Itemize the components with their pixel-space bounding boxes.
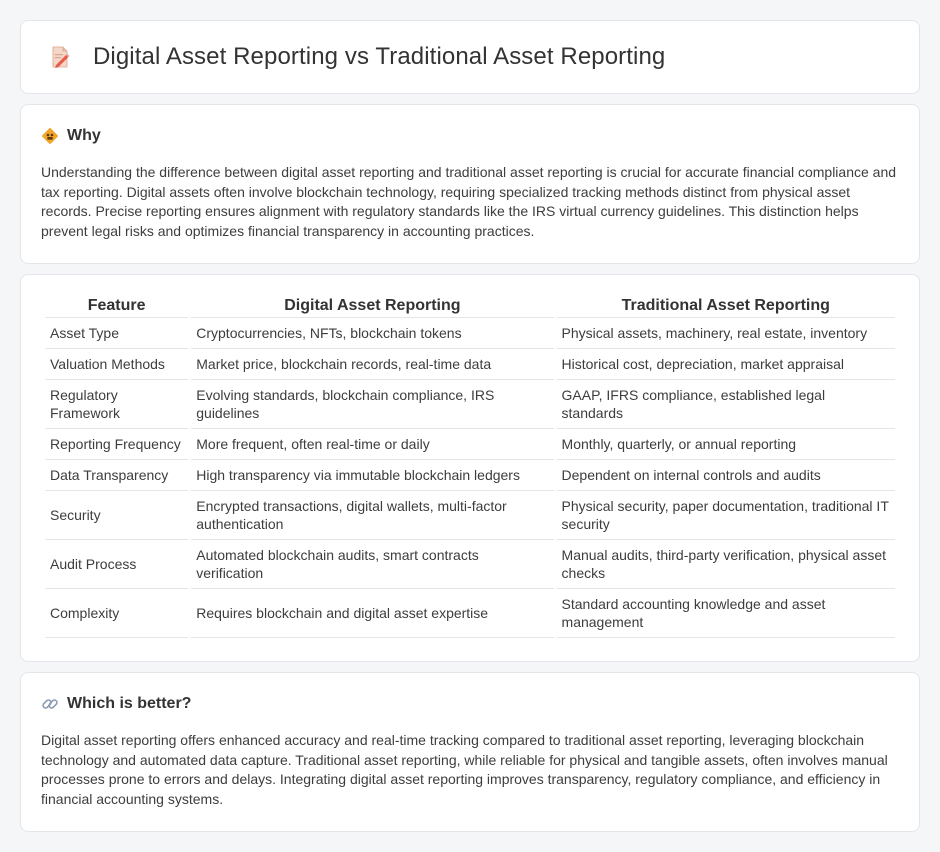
feature-cell: Security: [45, 491, 189, 540]
link-icon: [41, 695, 59, 713]
better-heading-label: Which is better?: [67, 695, 192, 712]
better-text: Digital asset reporting offers enhanced …: [41, 732, 888, 807]
traditional-cell: Physical security, paper documentation, …: [556, 491, 895, 540]
feature-cell: Reporting Frequency: [45, 429, 189, 460]
header-traditional: Traditional Asset Reporting: [556, 297, 895, 318]
why-section: Why Understanding the difference between…: [20, 104, 920, 264]
traditional-cell: GAAP, IFRS compliance, established legal…: [556, 380, 895, 429]
traditional-cell: Standard accounting knowledge and asset …: [556, 589, 895, 638]
digital-cell: Evolving standards, blockchain complianc…: [191, 380, 554, 429]
traditional-cell: Dependent on internal controls and audit…: [556, 460, 895, 491]
digital-cell: Market price, blockchain records, real-t…: [191, 349, 554, 380]
which-is-better-section: Which is better? Digital asset reporting…: [20, 672, 920, 832]
digital-cell: Automated blockchain audits, smart contr…: [191, 540, 554, 589]
traditional-cell: Monthly, quarterly, or annual reporting: [556, 429, 895, 460]
table-row: Valuation Methods Market price, blockcha…: [45, 349, 895, 380]
traditional-cell: Manual audits, third-party verification,…: [556, 540, 895, 589]
table-row: Data Transparency High transparency via …: [45, 460, 895, 491]
page-title: Digital Asset Reporting vs Traditional A…: [93, 43, 666, 70]
document-pencil-icon: [47, 44, 73, 70]
table-row: Reporting Frequency More frequent, often…: [45, 429, 895, 460]
why-heading: Why: [41, 127, 899, 145]
comparison-card: Feature Digital Asset Reporting Traditio…: [20, 274, 920, 662]
feature-cell: Regulatory Framework: [45, 380, 189, 429]
title-card: Digital Asset Reporting vs Traditional A…: [20, 20, 920, 94]
table-row: Audit Process Automated blockchain audit…: [45, 540, 895, 589]
table-row: Regulatory Framework Evolving standards,…: [45, 380, 895, 429]
feature-cell: Audit Process: [45, 540, 189, 589]
header-feature: Feature: [45, 297, 189, 318]
header-digital: Digital Asset Reporting: [191, 297, 554, 318]
why-heading-label: Why: [67, 127, 101, 144]
table-row: Asset Type Cryptocurrencies, NFTs, block…: [45, 318, 895, 349]
digital-cell: More frequent, often real-time or daily: [191, 429, 554, 460]
traditional-cell: Physical assets, machinery, real estate,…: [556, 318, 895, 349]
why-text: Understanding the difference between dig…: [41, 164, 897, 239]
table-row: Security Encrypted transactions, digital…: [45, 491, 895, 540]
warning-sign-icon: [41, 127, 59, 145]
digital-cell: Cryptocurrencies, NFTs, blockchain token…: [191, 318, 554, 349]
digital-cell: Encrypted transactions, digital wallets,…: [191, 491, 554, 540]
feature-cell: Data Transparency: [45, 460, 189, 491]
table-header-row: Feature Digital Asset Reporting Traditio…: [45, 297, 895, 318]
table-row: Complexity Requires blockchain and digit…: [45, 589, 895, 638]
feature-cell: Complexity: [45, 589, 189, 638]
better-heading: Which is better?: [41, 695, 899, 713]
comparison-table: Feature Digital Asset Reporting Traditio…: [42, 297, 898, 638]
digital-cell: Requires blockchain and digital asset ex…: [191, 589, 554, 638]
feature-cell: Asset Type: [45, 318, 189, 349]
digital-cell: High transparency via immutable blockcha…: [191, 460, 554, 491]
feature-cell: Valuation Methods: [45, 349, 189, 380]
traditional-cell: Historical cost, depreciation, market ap…: [556, 349, 895, 380]
